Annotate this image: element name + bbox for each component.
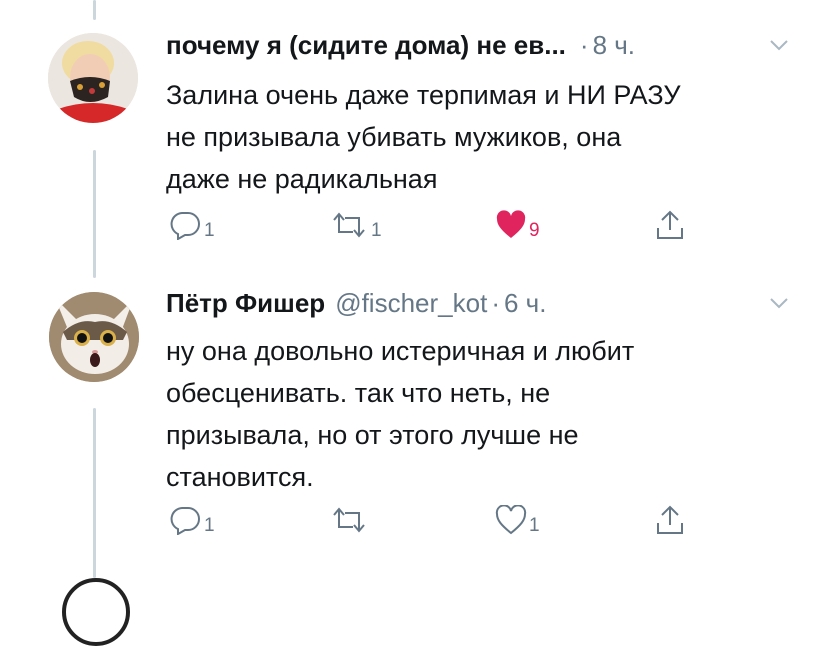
reply-icon [170,212,200,240]
avatar[interactable] [48,33,138,123]
reply-button[interactable]: 1 [168,210,215,240]
thread-line-top [93,0,96,20]
like-button[interactable]: 1 [495,505,540,535]
tweet-text-line: даже не радикальная [166,164,438,194]
tweet-text: Залина очень даже терпимая и НИ РАЗУ не … [166,74,806,200]
tweet-header: Пётр Фишер @fischer_kot · 6 ч. [166,288,546,319]
retweet-icon [333,212,365,238]
reply-button[interactable]: 1 [168,505,215,535]
avatar[interactable] [49,292,139,382]
chevron-down-icon[interactable] [768,38,790,52]
reply-count: 1 [204,220,215,241]
tweet-text-line: ну она довольно истеричная и любит [166,336,635,366]
share-icon [657,505,683,534]
tweet-text-line: не призывала убивать мужиков, она [166,122,622,152]
thread-line-1 [93,150,96,278]
user-handle[interactable]: @fischer_kot [335,288,487,319]
heart-icon [495,505,527,535]
heart-icon [496,210,526,238]
tweet-text-line: призывала, но от этого лучше не [166,420,579,450]
tweet-text-line: обесценивать. так что неть, не [166,378,551,408]
timestamp[interactable]: 8 ч. [593,30,635,61]
avatar[interactable] [62,578,130,646]
retweet-button[interactable] [329,505,371,535]
reply-icon [170,507,200,535]
retweet-icon [333,507,365,533]
separator-dot: · [579,30,589,60]
separator-dot: · [491,288,500,318]
share-button[interactable] [653,208,687,242]
share-icon [657,210,683,239]
like-count: 1 [529,515,540,536]
reply-count: 1 [204,515,215,536]
display-name[interactable]: почему я (сидите дома) не ев... [166,30,566,61]
chevron-down-icon[interactable] [768,296,790,310]
tweet-header: почему я (сидите дома) не ев... · 8 ч. [166,30,635,61]
tweet-text: ну она довольно истеричная и любит обесц… [166,330,806,498]
like-button[interactable]: 9 [495,210,540,240]
like-count: 9 [529,220,540,241]
thread-line-2 [93,408,96,578]
retweet-count: 1 [371,220,382,241]
retweet-button[interactable]: 1 [329,210,382,240]
share-button[interactable] [653,503,687,537]
display-name[interactable]: Пётр Фишер [166,288,325,319]
tweet-text-line: Залина очень даже терпимая и НИ РАЗУ [166,80,681,110]
timestamp[interactable]: 6 ч. [504,288,546,319]
tweet-text-line: становится. [166,462,314,492]
